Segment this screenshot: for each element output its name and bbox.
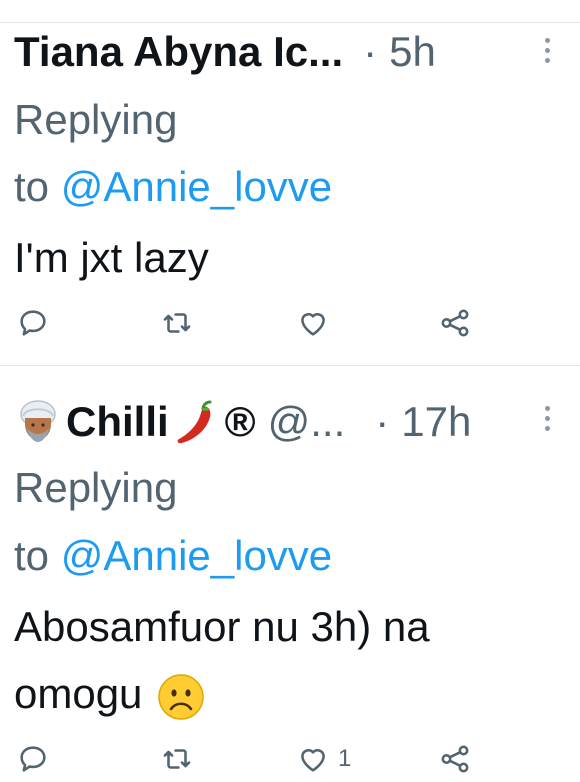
tweet-text-line-2: omogu [14, 662, 206, 726]
author-name[interactable]: Chilli [66, 398, 169, 446]
tweet-header: Chilli ® @... · 17h [14, 392, 471, 452]
like-button[interactable] [296, 306, 330, 340]
chili-pepper-emoji [177, 400, 212, 444]
heart-icon [301, 749, 325, 772]
tweet-actions: 1 [0, 742, 580, 782]
tweet-text-line-1: Abosamfuor nu 3h) na [14, 603, 430, 650]
author-handle[interactable]: @... [268, 398, 346, 446]
frowning-face-emoji [158, 674, 204, 720]
like-count: 1 [338, 745, 352, 772]
share-icon [441, 745, 469, 773]
tweet-time[interactable]: 5h [389, 28, 436, 76]
reply-button[interactable] [16, 306, 50, 340]
replying-label: Replying [14, 96, 178, 143]
replying-to-word: to [14, 532, 50, 579]
retweet-button[interactable] [160, 742, 194, 776]
retweet-button[interactable] [160, 306, 194, 340]
tweet-header: Tiana Abyna Ic... · 5h [14, 22, 436, 82]
replying-label: Replying [14, 464, 178, 511]
tweet-text: I'm jxt lazy [14, 234, 209, 281]
replying-to-mention[interactable]: @Annie_lovve [61, 163, 332, 210]
share-button[interactable] [438, 742, 472, 776]
heart-icon [301, 313, 325, 336]
turban-avatar-icon [20, 400, 56, 442]
share-button[interactable] [438, 306, 472, 340]
replying-to-mention[interactable]: @Annie_lovve [61, 532, 332, 579]
like-button[interactable]: 1 [296, 742, 351, 776]
tweet-text-line-2-text: omogu [14, 670, 143, 717]
reply-icon [20, 310, 46, 336]
share-icon [441, 309, 469, 337]
replying-to-word: to [14, 163, 50, 210]
tweet-2[interactable]: Chilli ® @... · 17h Replying to @Annie_l… [0, 366, 580, 773]
reply-button[interactable] [16, 742, 50, 776]
replying-to-line: to @Annie_lovve [14, 155, 332, 219]
tweet-time[interactable]: 17h [401, 398, 471, 446]
name-suffix: ® [224, 398, 256, 445]
tweet-1[interactable]: Tiana Abyna Ic... · 5h Replying to @Anni… [0, 0, 580, 365]
tweet-separator: · [363, 28, 378, 75]
tweet-separator: · [375, 398, 390, 445]
more-vertical-icon[interactable] [544, 406, 550, 431]
retweet-icon [163, 313, 191, 333]
retweet-icon [163, 749, 191, 769]
more-vertical-icon[interactable] [544, 38, 550, 63]
reply-icon [20, 746, 46, 772]
replying-to-line: to @Annie_lovve [14, 524, 332, 588]
author-name[interactable]: Tiana Abyna Ic... [14, 28, 343, 76]
tweet-actions [0, 306, 580, 346]
